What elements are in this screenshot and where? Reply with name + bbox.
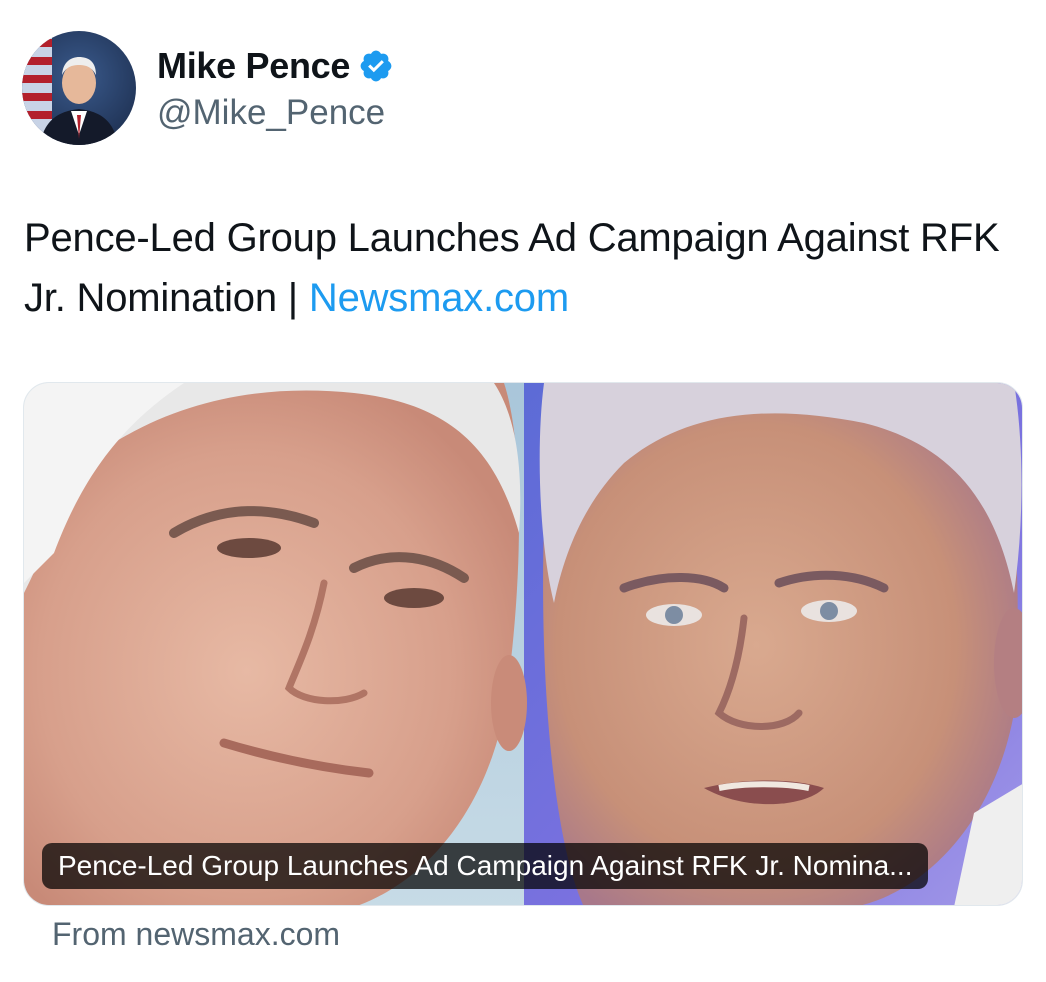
avatar-image [22, 31, 136, 145]
author-handle[interactable]: @Mike_Pence [157, 93, 394, 133]
avatar[interactable] [22, 31, 136, 145]
author-names: Mike Pence @Mike_Pence [157, 30, 394, 146]
tweet-header: Mike Pence @Mike_Pence [22, 30, 394, 146]
tweet-text: Pence-Led Group Launches Ad Campaign Aga… [24, 208, 1024, 328]
tweet: Mike Pence @Mike_Pence Pence-Led Group L… [0, 0, 1046, 982]
card-source[interactable]: From newsmax.com [52, 916, 340, 953]
verified-badge-icon [358, 48, 394, 84]
tweet-link[interactable]: Newsmax.com [309, 276, 569, 320]
author-display-name[interactable]: Mike Pence [157, 45, 350, 87]
name-row: Mike Pence [157, 43, 394, 89]
card-caption: Pence-Led Group Launches Ad Campaign Aga… [42, 843, 929, 889]
link-card[interactable]: Pence-Led Group Launches Ad Campaign Aga… [23, 382, 1023, 906]
card-image [24, 383, 1022, 905]
